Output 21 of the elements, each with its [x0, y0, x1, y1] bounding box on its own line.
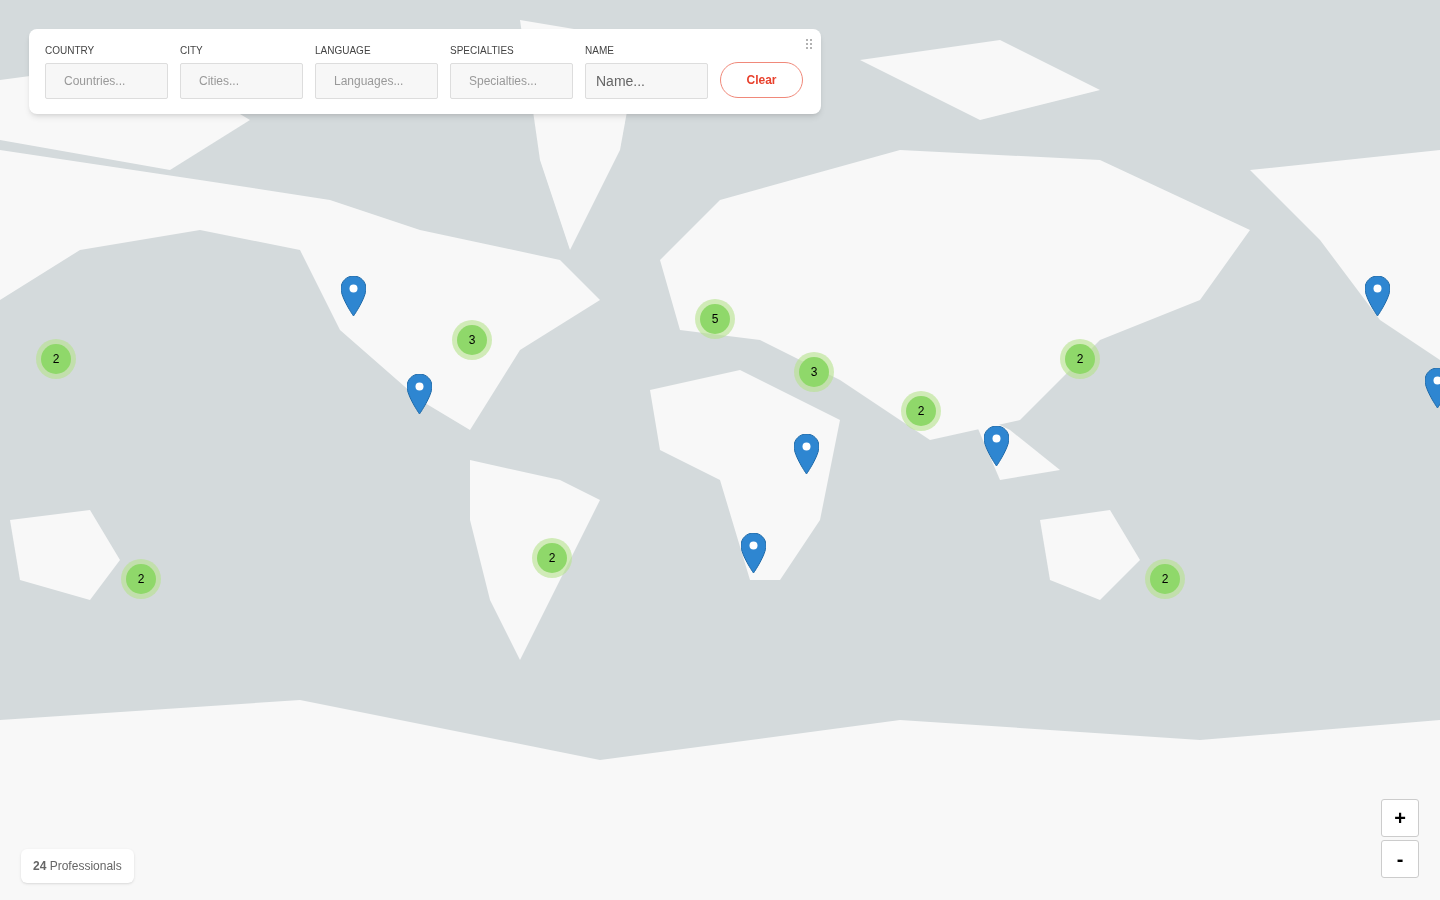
map-pin-icon[interactable]	[407, 374, 432, 414]
map-pin-icon[interactable]	[794, 434, 819, 474]
map-pin-icon[interactable]	[341, 276, 366, 316]
field-label: CITY	[180, 45, 204, 57]
field-label: SPECIALTIES	[450, 45, 515, 57]
input-field[interactable]: Languages...	[315, 63, 438, 99]
input-field[interactable]: Countries...	[45, 63, 168, 99]
map-pin-icon[interactable]	[1365, 276, 1390, 316]
result-count: 24 Professionals	[21, 849, 134, 883]
input-field[interactable]: Specialties...	[450, 63, 573, 99]
zoom-out-button[interactable]: -	[1381, 840, 1419, 878]
field-label: LANGUAGE	[315, 45, 372, 57]
clear-button[interactable]: Clear	[720, 62, 803, 98]
field-label: NAME	[585, 45, 615, 57]
map-pin-icon[interactable]	[984, 426, 1009, 466]
drag-handle-icon[interactable]	[806, 39, 812, 49]
input-field[interactable]: Name...	[585, 63, 708, 99]
input-field[interactable]: Cities...	[180, 63, 303, 99]
field-label: COUNTRY	[45, 45, 96, 57]
map-pin-icon[interactable]	[741, 533, 766, 573]
zoom-in-button[interactable]: +	[1381, 799, 1419, 837]
